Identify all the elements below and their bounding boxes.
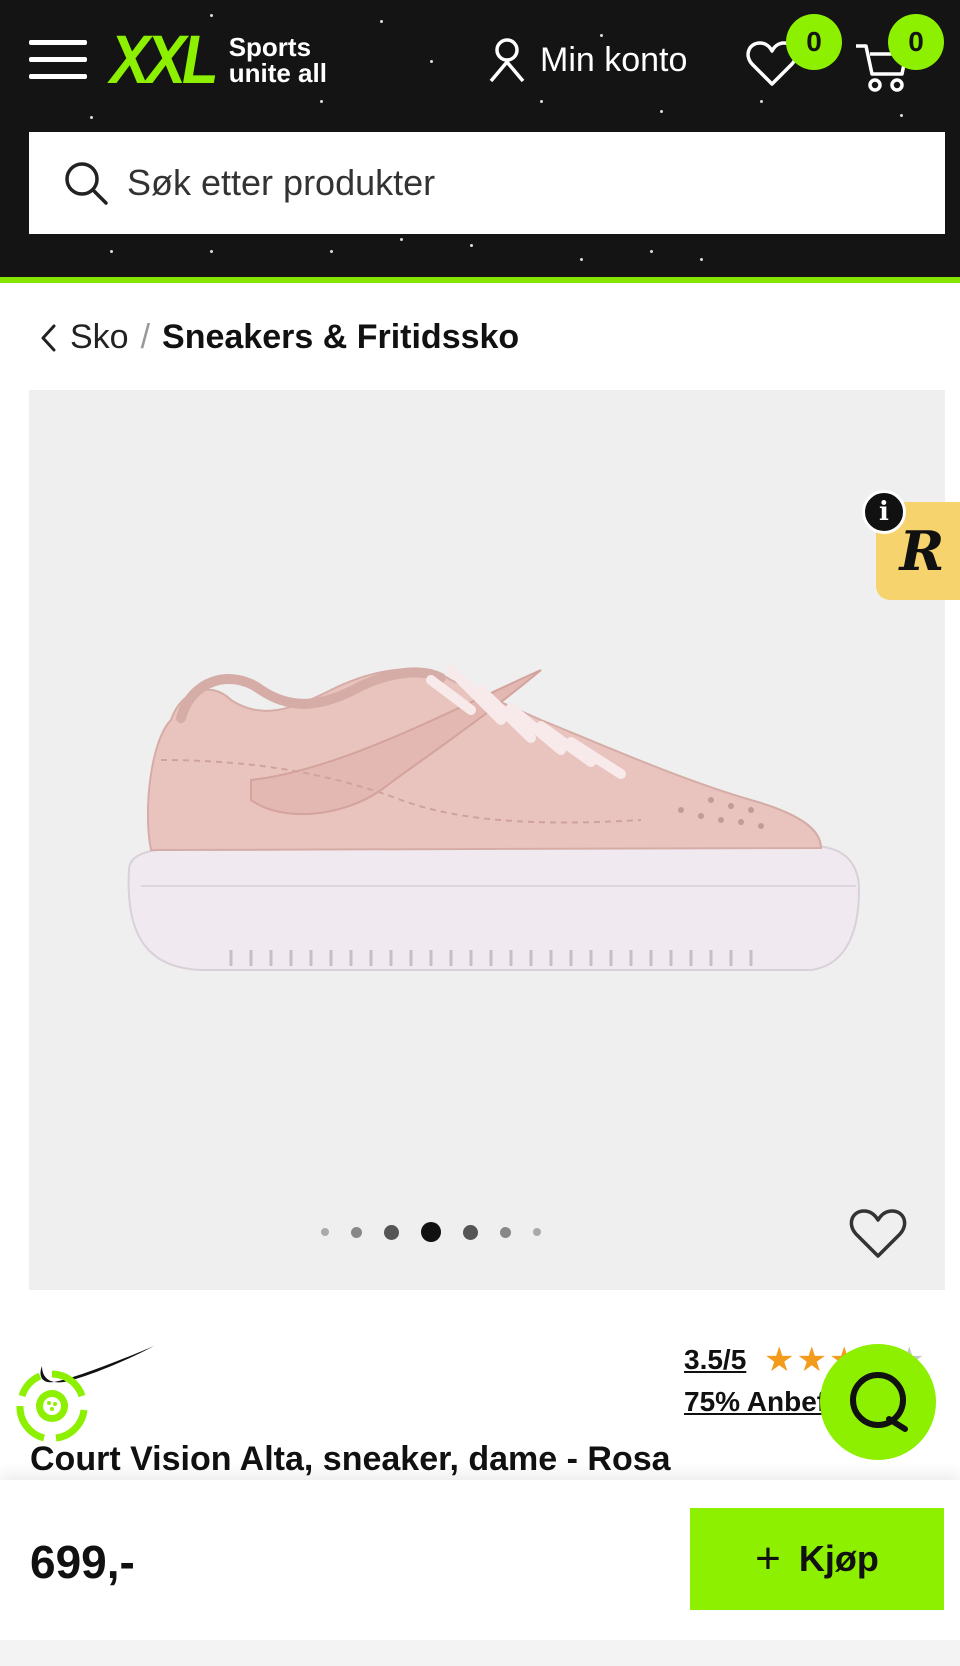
- search-icon: [65, 162, 108, 205]
- xxl-logo[interactable]: XXL Sports unite all: [110, 25, 327, 94]
- product-price: 699,-: [30, 1536, 135, 1588]
- gallery-dot[interactable]: [384, 1224, 399, 1240]
- wishlist-count-badge: 0: [786, 14, 842, 70]
- hamburger-menu-icon[interactable]: [29, 40, 87, 80]
- gallery-dot[interactable]: [500, 1226, 511, 1238]
- buy-button-label: Kjøp: [798, 1538, 879, 1579]
- search-input[interactable]: Søk etter produkter: [29, 132, 945, 234]
- sustainability-recycle-icon[interactable]: [16, 1370, 88, 1447]
- gallery-dot-active[interactable]: [421, 1222, 441, 1242]
- info-icon[interactable]: i: [862, 490, 906, 534]
- add-to-favorites-heart-icon[interactable]: [849, 1208, 907, 1260]
- cart-button[interactable]: 0: [854, 14, 944, 97]
- product-image: [127, 665, 861, 971]
- gallery-dot[interactable]: [351, 1226, 362, 1238]
- breadcrumb-item-sko[interactable]: Sko: [70, 318, 129, 357]
- plus-icon: +: [755, 1534, 781, 1583]
- cart-count-badge: 0: [888, 14, 944, 70]
- logo-tagline: Sports unite all: [228, 32, 327, 88]
- wishlist-button[interactable]: 0: [746, 14, 842, 93]
- chevron-left-icon[interactable]: [40, 324, 56, 352]
- breadcrumb-item-sneakers[interactable]: Sneakers & Fritidssko: [162, 318, 519, 357]
- rating-star-icon: ★: [764, 1341, 795, 1379]
- gallery-dot[interactable]: [533, 1228, 541, 1236]
- rating-star-icon: ★: [796, 1341, 827, 1379]
- breadcrumb-separator: /: [140, 318, 151, 356]
- gallery-pagination: [0, 1222, 889, 1242]
- user-icon: [489, 38, 525, 82]
- product-title: Court Vision Alta, sneaker, dame - Rosa: [30, 1440, 671, 1478]
- my-account-link[interactable]: Min konto: [488, 38, 687, 82]
- header-accent-line: [0, 277, 960, 283]
- chat-button[interactable]: [820, 1344, 936, 1460]
- bottom-strip: [0, 1640, 960, 1666]
- logo-wordmark: XXL: [110, 20, 219, 98]
- reviews-widget-logo: R: [899, 519, 945, 583]
- account-label: Min konto: [540, 40, 688, 79]
- product-image-gallery[interactable]: [29, 390, 945, 1290]
- recommend-percentage-link[interactable]: 75% Anbefaler: [684, 1386, 834, 1418]
- chat-bubble-icon: [850, 1372, 908, 1432]
- site-header: XXL Sports unite all Min konto 0 0 Søk e…: [0, 0, 960, 283]
- rating-score-link[interactable]: 3.5/5: [684, 1344, 746, 1376]
- buy-button[interactable]: + Kjøp: [690, 1508, 944, 1610]
- search-placeholder: Søk etter produkter: [127, 162, 436, 203]
- buy-bar: 699,- + Kjøp: [0, 1480, 960, 1640]
- breadcrumb: Sko / Sneakers & Fritidssko: [40, 318, 519, 357]
- gallery-dot[interactable]: [321, 1228, 329, 1236]
- gallery-dot[interactable]: [463, 1224, 478, 1240]
